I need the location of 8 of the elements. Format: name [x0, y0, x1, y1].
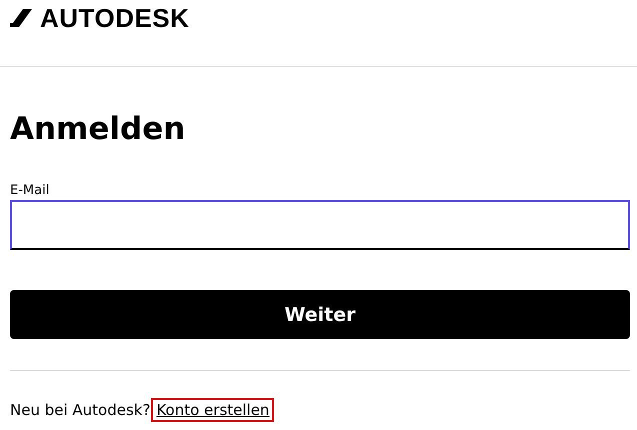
page-heading: Anmelden [10, 111, 186, 147]
logo-text: AUTODESK [40, 5, 190, 31]
logo-icon [10, 9, 32, 27]
email-field[interactable] [10, 200, 630, 250]
create-account-link[interactable]: Konto erstellen [151, 398, 274, 422]
email-label: E-Mail [10, 183, 50, 199]
continue-button[interactable]: Weiter [10, 290, 630, 339]
signup-prompt: Neu bei Autodesk? [10, 401, 150, 419]
